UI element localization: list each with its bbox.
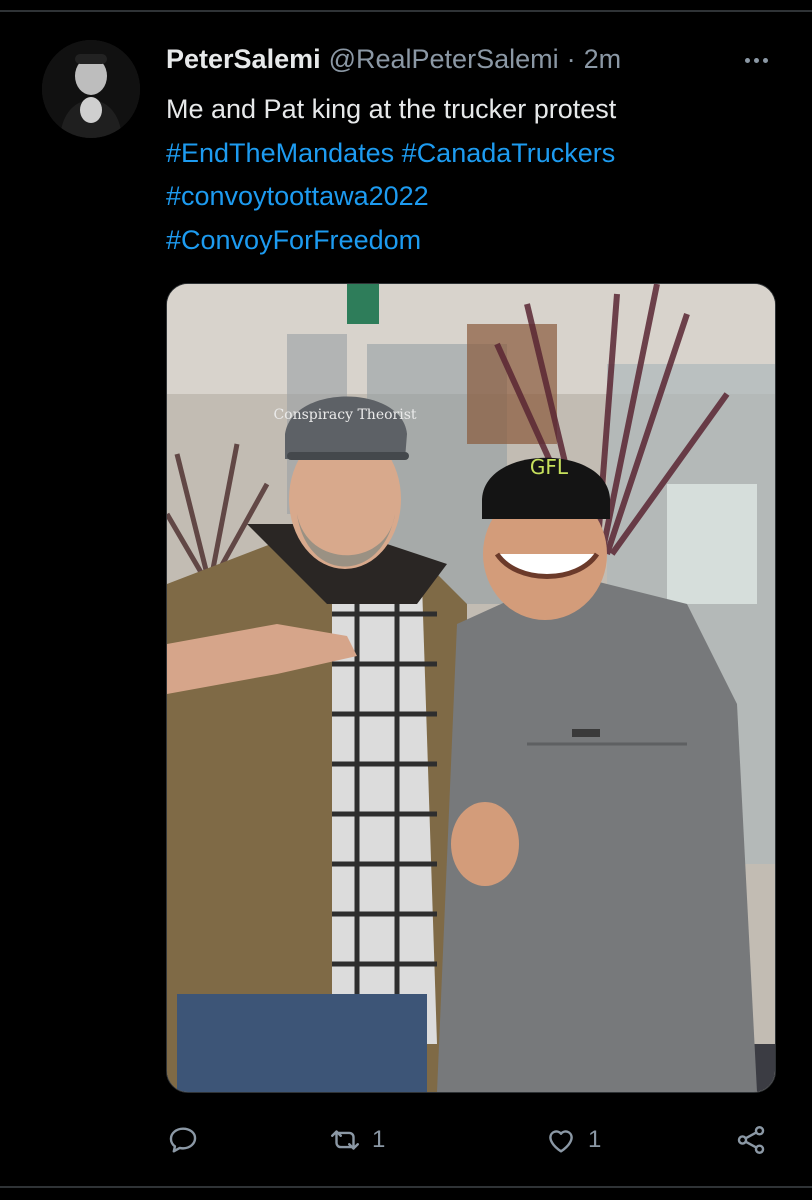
retweet-count: 1 (372, 1126, 386, 1153)
tweet-photo[interactable]: Conspiracy Theorist GFL (166, 283, 776, 1093)
timestamp[interactable]: 2m (584, 44, 622, 75)
hashtag-link[interactable]: #convoytoottawa2022 (166, 181, 429, 211)
reply-button[interactable] (166, 1120, 210, 1160)
retweet-button[interactable]: 1 (328, 1120, 385, 1160)
retweet-icon (331, 1130, 359, 1150)
bottom-divider (0, 1186, 812, 1188)
reply-icon (169, 1127, 197, 1153)
tweet-actions: 1 1 (166, 1120, 786, 1160)
top-divider (0, 10, 812, 12)
beanie-text: GFL (530, 455, 569, 479)
cap-text: Conspiracy Theorist (273, 407, 416, 423)
more-button[interactable] (736, 46, 776, 74)
hashtag-link[interactable]: #EndTheMandates (166, 138, 394, 168)
more-icon-dot (744, 57, 750, 63)
like-count: 1 (588, 1126, 602, 1153)
more-icon-dot (753, 57, 759, 63)
heart-icon (549, 1130, 573, 1153)
tweet-text: Me and Pat king at the trucker protest #… (166, 88, 786, 262)
share-icon (737, 1126, 765, 1154)
hashtag-link[interactable]: #ConvoyForFreedom (166, 225, 421, 255)
separator-dot: · (566, 44, 576, 74)
display-name[interactable]: PeterSalemi (166, 44, 321, 75)
share-button[interactable] (734, 1120, 768, 1160)
like-button[interactable]: 1 (544, 1120, 601, 1160)
tweet-body: Me and Pat king at the trucker protest (166, 94, 617, 124)
hashtag-link[interactable]: #CanadaTruckers (402, 138, 616, 168)
avatar[interactable] (42, 40, 140, 138)
tweet-header: PeterSalemi @RealPeterSalemi · 2m (166, 44, 766, 78)
more-icon-dot (762, 57, 768, 63)
avatar-image (42, 40, 140, 138)
user-handle[interactable]: @RealPeterSalemi (329, 44, 559, 75)
photo-two-men-indoors: Conspiracy Theorist GFL (167, 284, 775, 1092)
